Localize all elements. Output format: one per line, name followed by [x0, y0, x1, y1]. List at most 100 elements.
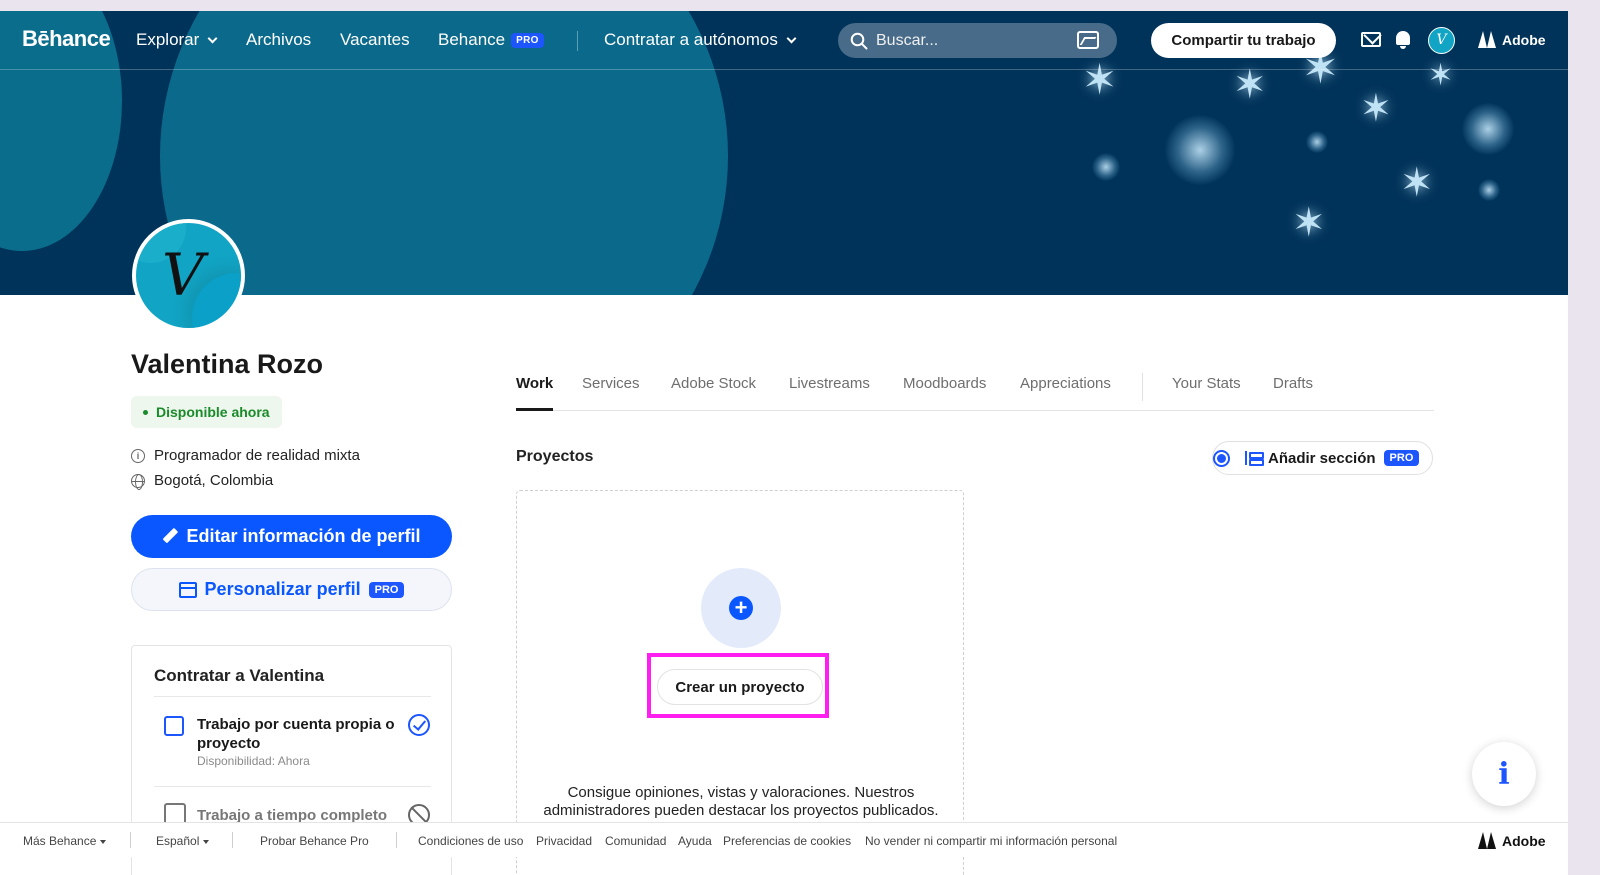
pro-badge: PRO [1383, 450, 1420, 466]
availability-badge: Disponible ahora [131, 396, 282, 428]
nav-hire-freelancers[interactable]: Contratar a autónomos [604, 30, 797, 50]
nav-divider [577, 31, 578, 51]
customize-profile-label: Personalizar perfil [204, 579, 361, 599]
tab-adobe-stock[interactable]: Adobe Stock [671, 375, 756, 392]
pro-badge: PRO [511, 32, 544, 48]
behance-profile-page: ✶ ✶ ✶ ✶ ✶ ✶ ✶ Bēhance Explorar Archivos … [0, 11, 1568, 875]
banner-glow [1092, 153, 1120, 181]
nav-files[interactable]: Archivos [246, 30, 311, 50]
footer-more-behance[interactable]: Más Behance [23, 834, 107, 848]
footer-divider [396, 832, 397, 848]
info-icon: i [1498, 756, 1510, 792]
image-search-icon[interactable] [1077, 31, 1099, 49]
banner-star-icon: ✶ [1292, 200, 1326, 246]
occupation-text: Programador de realidad mixta [154, 447, 360, 464]
bell-icon[interactable] [1396, 31, 1410, 49]
profile-name: Valentina Rozo [131, 349, 324, 379]
edit-profile-label: Editar información de perfil [186, 526, 421, 546]
location-row: Bogotá, Colombia [131, 472, 274, 490]
hire-card-title: Contratar a Valentina [154, 666, 325, 685]
banner-glow [1462, 103, 1514, 155]
footer-language-label: Español [156, 834, 200, 848]
nav-explore[interactable]: Explorar [136, 30, 218, 50]
location-text: Bogotá, Colombia [154, 472, 274, 489]
banner-glow [1478, 179, 1500, 201]
add-project-button[interactable]: + [701, 568, 781, 648]
create-project-description: Consigue opiniones, vistas y valoracione… [543, 784, 939, 819]
banner-glow [1165, 115, 1235, 185]
info-button[interactable]: i [1472, 742, 1536, 806]
radio-selected-icon[interactable] [1213, 450, 1230, 467]
nav-hire-freelancers-label: Contratar a autónomos [604, 30, 778, 49]
footer-divider [232, 832, 233, 848]
plus-icon: + [729, 596, 753, 620]
edit-profile-button[interactable]: Editar información de perfil [131, 515, 452, 558]
hire-option-freelance-availability: Disponibilidad: Ahora [197, 754, 310, 768]
divider [154, 786, 431, 787]
footer-language[interactable]: Español [156, 834, 210, 848]
footer-help[interactable]: Ayuda [678, 834, 712, 848]
add-section-button[interactable]: Añadir sección PRO [1212, 441, 1433, 475]
footer-try-pro[interactable]: Probar Behance Pro [260, 834, 369, 848]
tab-your-stats[interactable]: Your Stats [1172, 375, 1241, 392]
divider [154, 696, 431, 697]
chevron-down-icon [786, 33, 797, 43]
tab-work[interactable]: Work [516, 375, 553, 392]
footer-privacy[interactable]: Privacidad [536, 834, 592, 848]
footer-terms[interactable]: Condiciones de uso [418, 834, 523, 848]
footer-community[interactable]: Comunidad [605, 834, 666, 848]
banner-star-icon: ✶ [1360, 86, 1392, 130]
top-navigation: Bēhance Explorar Archivos Vacantes Behan… [0, 11, 1568, 70]
footer-adobe-label: Adobe [1502, 832, 1546, 849]
projects-section-title: Proyectos [516, 448, 594, 465]
banner-star-icon: ✶ [1233, 62, 1267, 108]
nav-behance-pro-label: Behance [438, 30, 506, 49]
section-list-icon [1245, 451, 1264, 466]
profile-avatar[interactable]: V [132, 219, 245, 332]
banner-glow [1306, 131, 1328, 153]
mail-icon[interactable] [1361, 32, 1381, 47]
customize-icon [178, 581, 197, 598]
footer-divider [130, 832, 131, 848]
tab-divider [1142, 373, 1143, 401]
footer: Más Behance Español Probar Behance Pro C… [0, 822, 1568, 857]
tab-appreciations[interactable]: Appreciations [1020, 375, 1111, 392]
nav-jobs[interactable]: Vacantes [340, 30, 410, 50]
adobe-link[interactable]: Adobe [1478, 31, 1546, 48]
status-dot [143, 409, 148, 415]
nav-explore-label: Explorar [136, 30, 200, 49]
freelance-calendar-icon [164, 716, 184, 736]
caret-down-icon [203, 839, 210, 844]
footer-adobe-link[interactable]: Adobe [1478, 832, 1546, 849]
availability-label: Disponible ahora [156, 404, 270, 420]
occupation-row: i Programador de realidad mixta [131, 447, 360, 464]
tab-drafts[interactable]: Drafts [1273, 375, 1313, 392]
behance-logo[interactable]: Bēhance [22, 26, 111, 52]
create-project-card: + Crear un proyecto Consigue opiniones, … [516, 490, 964, 875]
check-circle-icon[interactable] [408, 714, 430, 736]
nav-behance-pro[interactable]: Behance PRO [438, 30, 544, 50]
tab-services[interactable]: Services [582, 375, 640, 392]
hire-option-freelance-title: Trabajo por cuenta propia o proyecto [197, 716, 395, 752]
search-input[interactable] [876, 31, 1066, 50]
customize-profile-button[interactable]: Personalizar perfil PRO [131, 568, 452, 611]
adobe-logo-icon [1478, 31, 1496, 48]
footer-more-label: Más Behance [23, 834, 97, 848]
globe-icon [131, 473, 145, 490]
create-project-button[interactable]: Crear un proyecto [657, 669, 823, 705]
adobe-label: Adobe [1502, 31, 1546, 48]
search-icon [850, 32, 868, 49]
search-bar [838, 23, 1117, 58]
adobe-logo-icon [1478, 832, 1496, 849]
footer-cookies[interactable]: Preferencias de cookies [723, 834, 851, 848]
tab-moodboards[interactable]: Moodboards [903, 375, 986, 392]
tab-livestreams[interactable]: Livestreams [789, 375, 870, 392]
footer-do-not-sell[interactable]: No vender ni compartir mi información pe… [865, 834, 1117, 848]
profile-tabs: Work Services Adobe Stock Livestreams Mo… [516, 367, 1434, 411]
pencil-icon [160, 527, 180, 547]
user-avatar[interactable]: V [1428, 27, 1455, 54]
pro-badge: PRO [368, 581, 405, 598]
avatar-monogram: V [162, 241, 204, 309]
add-section-label: Añadir sección [1268, 449, 1376, 467]
share-work-button[interactable]: Compartir tu trabajo [1151, 23, 1336, 58]
